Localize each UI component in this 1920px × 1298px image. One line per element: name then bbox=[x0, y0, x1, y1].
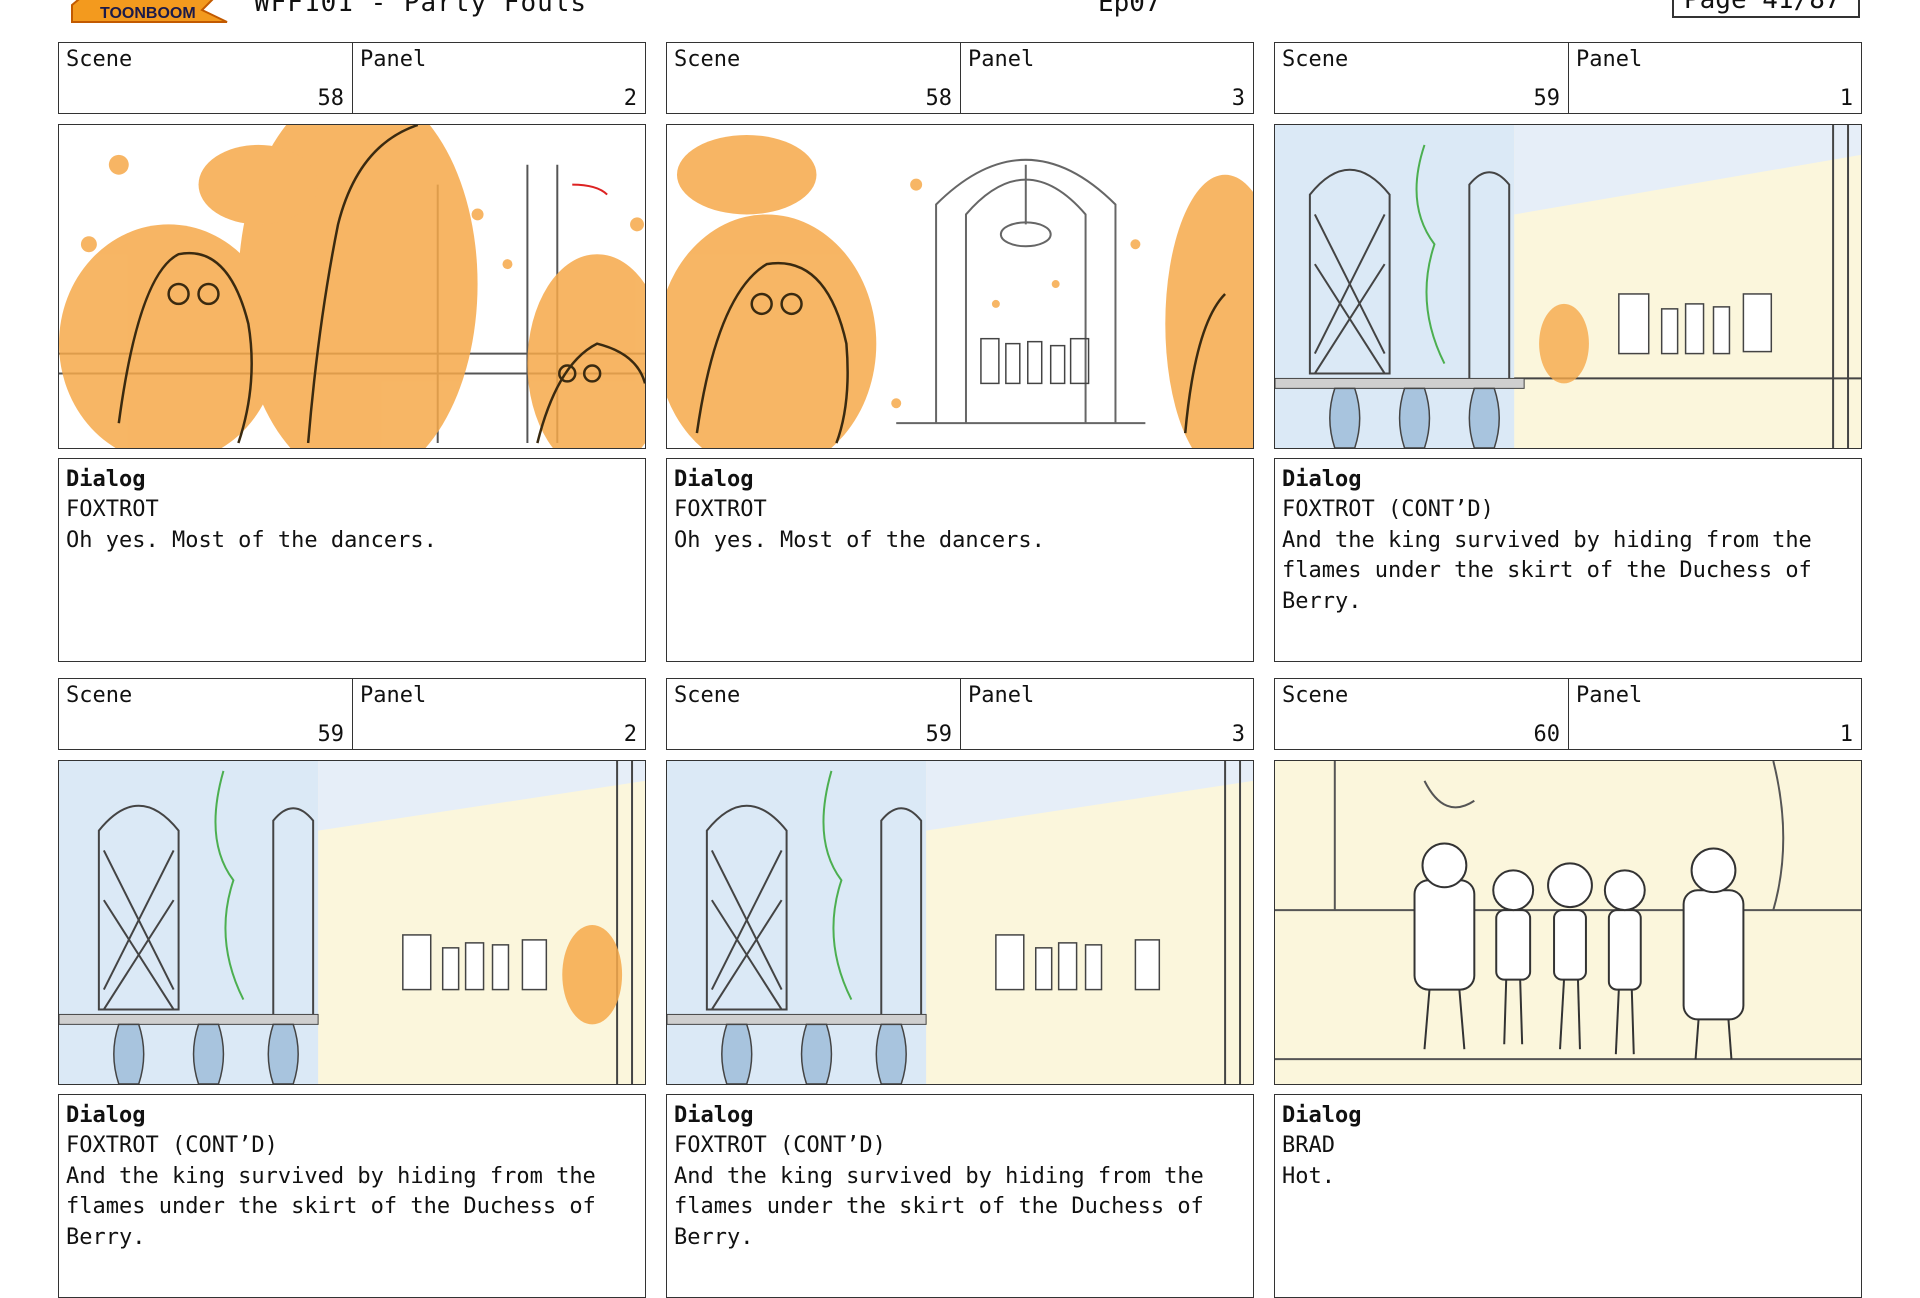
panel-meta: Scene 60 Panel 1 bbox=[1274, 678, 1862, 750]
panel-meta: Scene 59 Panel 1 bbox=[1274, 42, 1862, 114]
dialog-box: Dialog FOXTROT Oh yes. Most of the dance… bbox=[58, 458, 646, 662]
scene-cell: Scene 58 bbox=[59, 43, 353, 113]
character-name: FOXTROT bbox=[674, 497, 767, 522]
show-title: WFF101 - Party Fouls bbox=[254, 0, 588, 18]
episode-label: Ep07 bbox=[1098, 0, 1161, 18]
panel-label: Panel bbox=[360, 47, 427, 72]
panel-meta: Scene 59 Panel 3 bbox=[666, 678, 1254, 750]
scene-cell: Scene 59 bbox=[1275, 43, 1569, 113]
scene-label: Scene bbox=[1282, 47, 1349, 72]
panel-meta: Scene 58 Panel 3 bbox=[666, 42, 1254, 114]
dialog-label: Dialog bbox=[674, 1103, 754, 1128]
panel-number: 2 bbox=[623, 722, 637, 747]
dialog-label: Dialog bbox=[674, 467, 754, 492]
scene-label: Scene bbox=[66, 683, 133, 708]
character-name: FOXTROT (CONT’D) bbox=[1282, 497, 1494, 522]
panel-number: 1 bbox=[1839, 86, 1853, 111]
scene-cell: Scene 59 bbox=[59, 679, 353, 749]
panel-label: Panel bbox=[360, 683, 427, 708]
scene-label: Scene bbox=[1282, 683, 1349, 708]
panel-number: 2 bbox=[623, 86, 637, 111]
panel-cell: Panel 3 bbox=[961, 679, 1253, 749]
panel-number: 3 bbox=[1231, 86, 1245, 111]
dialog-line: Hot. bbox=[1282, 1163, 1335, 1189]
character-name: FOXTROT (CONT’D) bbox=[674, 1133, 886, 1158]
panel-image-window-balcony bbox=[1274, 124, 1862, 449]
scene-label: Scene bbox=[66, 47, 133, 72]
panel-cell: Panel 2 bbox=[353, 43, 645, 113]
scene-number: 59 bbox=[925, 722, 953, 747]
dialog-label: Dialog bbox=[66, 1103, 146, 1128]
scene-number: 58 bbox=[925, 86, 953, 111]
panel-cell: Panel 2 bbox=[353, 679, 645, 749]
page-number: Page 41/87 bbox=[1672, 0, 1860, 18]
panel-image-fire-close bbox=[58, 124, 646, 449]
panel-label: Panel bbox=[1576, 683, 1643, 708]
panel-meta: Scene 59 Panel 2 bbox=[58, 678, 646, 750]
panel-number: 1 bbox=[1839, 722, 1853, 747]
scene-number: 60 bbox=[1533, 722, 1561, 747]
panel-image-fire-hall bbox=[666, 124, 1254, 449]
scene-cell: Scene 58 bbox=[667, 43, 961, 113]
character-name: FOXTROT (CONT’D) bbox=[66, 1133, 278, 1158]
character-name: FOXTROT bbox=[66, 497, 159, 522]
dialog-label: Dialog bbox=[1282, 467, 1362, 492]
dialog-label: Dialog bbox=[1282, 1103, 1362, 1128]
panel-label: Panel bbox=[1576, 47, 1643, 72]
scene-label: Scene bbox=[674, 47, 741, 72]
panel-label: Panel bbox=[968, 47, 1035, 72]
svg-text:TOONBOOM: TOONBOOM bbox=[100, 5, 196, 22]
scene-number: 58 bbox=[317, 86, 345, 111]
scene-cell: Scene 59 bbox=[667, 679, 961, 749]
dialog-box: Dialog FOXTROT (CONT’D) And the king sur… bbox=[1274, 458, 1862, 662]
dialog-line: And the king survived by hiding from the… bbox=[674, 1163, 1218, 1250]
panel-image-window-balcony bbox=[666, 760, 1254, 1085]
dialog-box: Dialog BRAD Hot. bbox=[1274, 1094, 1862, 1298]
dialog-box: Dialog FOXTROT Oh yes. Most of the dance… bbox=[666, 458, 1254, 662]
panel-label: Panel bbox=[968, 683, 1035, 708]
dialog-line: And the king survived by hiding from the… bbox=[1282, 527, 1826, 614]
dialog-box: Dialog FOXTROT (CONT’D) And the king sur… bbox=[666, 1094, 1254, 1298]
dialog-line: Oh yes. Most of the dancers. bbox=[674, 527, 1045, 553]
panel-meta: Scene 58 Panel 2 bbox=[58, 42, 646, 114]
scene-number: 59 bbox=[1533, 86, 1561, 111]
character-name: BRAD bbox=[1282, 1133, 1335, 1158]
scene-label: Scene bbox=[674, 683, 741, 708]
panel-cell: Panel 1 bbox=[1569, 679, 1861, 749]
dialog-line: And the king survived by hiding from the… bbox=[66, 1163, 610, 1250]
scene-number: 59 bbox=[317, 722, 345, 747]
panel-number: 3 bbox=[1231, 722, 1245, 747]
dialog-label: Dialog bbox=[66, 467, 146, 492]
panel-image-window-balcony bbox=[58, 760, 646, 1085]
toonboom-logo: TOONBOOM bbox=[62, 0, 232, 25]
panel-cell: Panel 1 bbox=[1569, 43, 1861, 113]
page-header: TOONBOOM WFF101 - Party Fouls Ep07 Page … bbox=[0, 0, 1920, 30]
panel-image-group-shot bbox=[1274, 760, 1862, 1085]
dialog-box: Dialog FOXTROT (CONT’D) And the king sur… bbox=[58, 1094, 646, 1298]
scene-cell: Scene 60 bbox=[1275, 679, 1569, 749]
panel-cell: Panel 3 bbox=[961, 43, 1253, 113]
dialog-line: Oh yes. Most of the dancers. bbox=[66, 527, 437, 553]
